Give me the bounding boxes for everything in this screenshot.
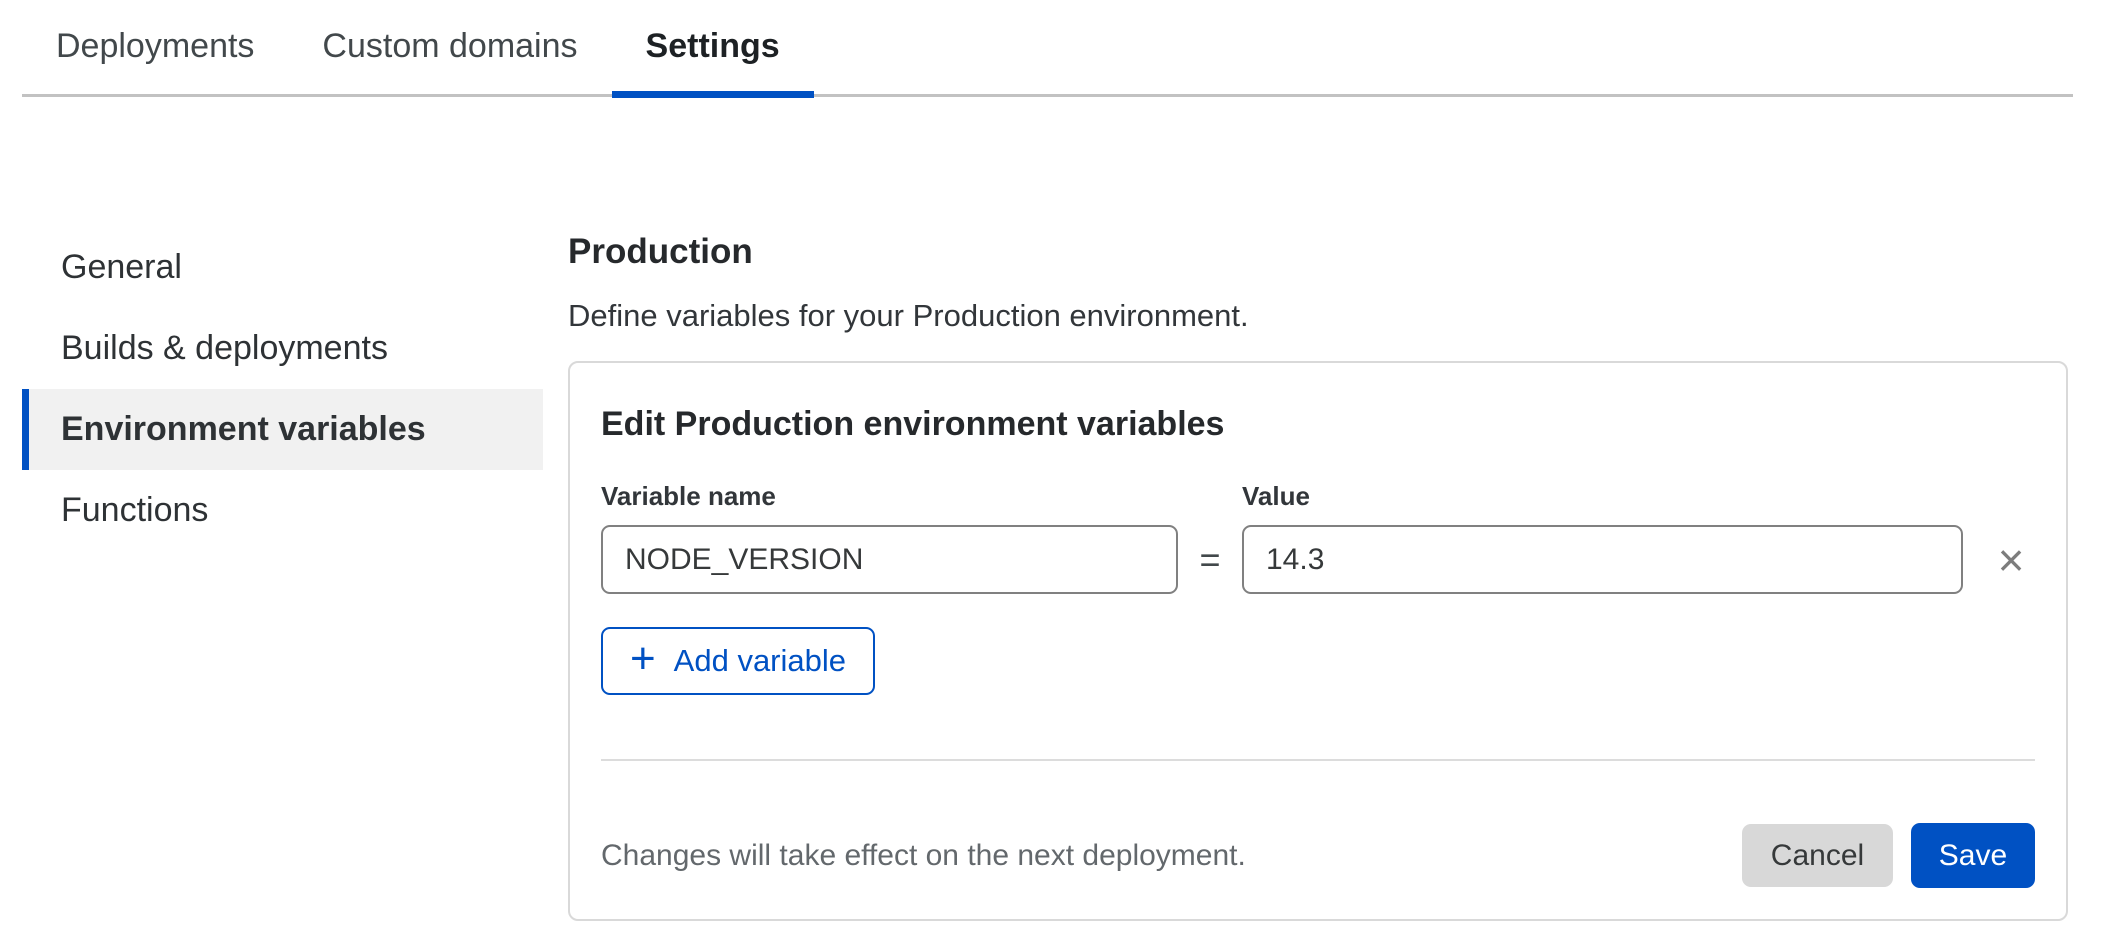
variable-row: = × — [601, 525, 2035, 594]
variable-value-input[interactable] — [1242, 525, 1963, 594]
tab-deployments-label: Deployments — [56, 27, 254, 65]
sidebar-item-functions[interactable]: Functions — [22, 470, 543, 551]
field-labels-row: Variable name Value — [601, 481, 2035, 511]
variable-name-input[interactable] — [601, 525, 1178, 594]
card-title: Edit Production environment variables — [601, 405, 2035, 443]
add-variable-label: Add variable — [674, 643, 846, 679]
sidebar-item-builds-deployments[interactable]: Builds & deployments — [22, 308, 543, 389]
content-area: General Builds & deployments Environment… — [22, 97, 2073, 921]
tab-bar: Deployments Custom domains Settings — [22, 0, 2073, 97]
close-icon: × — [1998, 537, 2025, 583]
deployment-note: Changes will take effect on the next dep… — [601, 839, 1246, 873]
settings-sidebar: General Builds & deployments Environment… — [22, 97, 543, 921]
variable-name-label: Variable name — [601, 481, 1242, 511]
cancel-button[interactable]: Cancel — [1742, 824, 1893, 887]
page: Deployments Custom domains Settings Gene… — [0, 0, 2121, 948]
tab-settings[interactable]: Settings — [612, 0, 814, 94]
add-variable-button[interactable]: + Add variable — [601, 627, 875, 695]
page-description: Define variables for your Production env… — [568, 298, 2068, 334]
plus-icon: + — [630, 637, 656, 681]
tab-custom-domains[interactable]: Custom domains — [288, 0, 611, 94]
tab-settings-label: Settings — [646, 27, 780, 65]
footer-actions: Cancel Save — [1742, 823, 2035, 888]
card-divider — [601, 759, 2035, 761]
tab-deployments[interactable]: Deployments — [22, 0, 288, 94]
page-title: Production — [568, 233, 2068, 271]
remove-variable-button[interactable]: × — [1987, 530, 2035, 590]
save-button[interactable]: Save — [1911, 823, 2035, 888]
sidebar-item-environment-variables[interactable]: Environment variables — [22, 389, 543, 470]
value-label: Value — [1242, 481, 1310, 511]
main-panel: Production Define variables for your Pro… — [568, 97, 2068, 921]
active-tab-underline — [612, 91, 814, 98]
equals-sign: = — [1178, 539, 1242, 581]
card-footer: Changes will take effect on the next dep… — [601, 823, 2035, 888]
sidebar-item-general[interactable]: General — [22, 227, 543, 308]
env-vars-card: Edit Production environment variables Va… — [568, 361, 2068, 921]
tab-custom-domains-label: Custom domains — [322, 27, 577, 65]
